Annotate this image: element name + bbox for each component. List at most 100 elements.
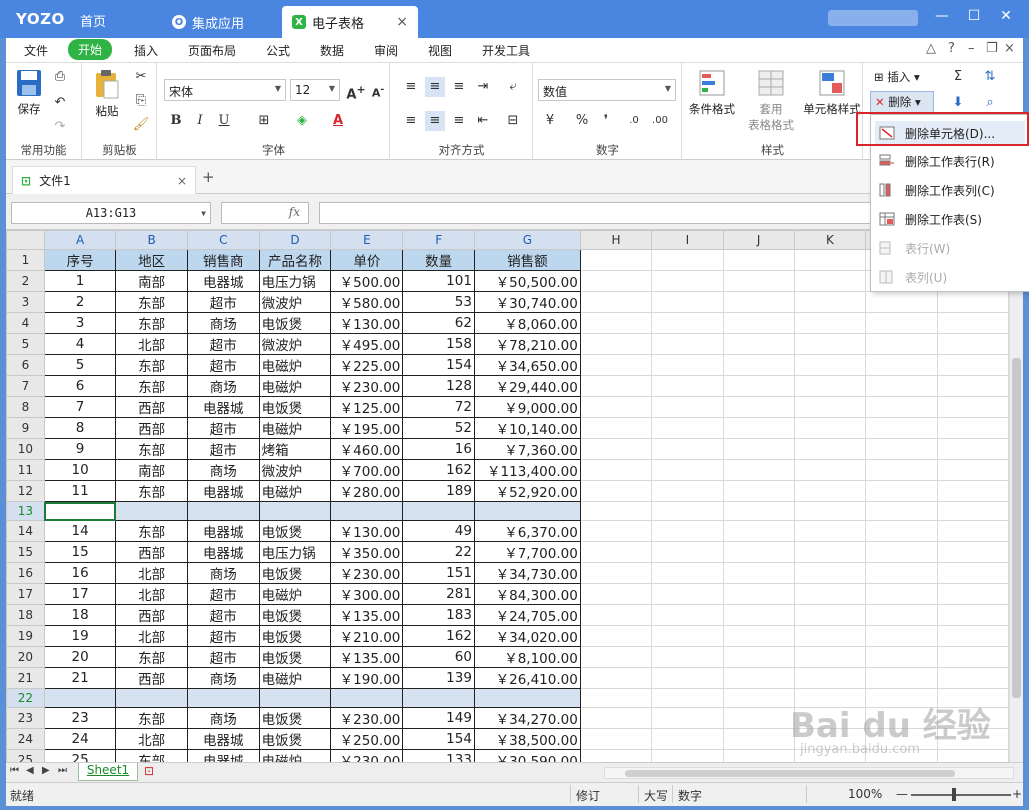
- data-cell[interactable]: 超市: [186, 604, 260, 626]
- data-cell[interactable]: ￥195.00: [330, 417, 404, 439]
- empty-cell[interactable]: [651, 688, 724, 708]
- sheet-nav-last-icon[interactable]: ⏭: [58, 765, 67, 776]
- indent-icon[interactable]: ⇥: [473, 77, 493, 97]
- empty-cell[interactable]: [579, 520, 653, 542]
- copy-icon[interactable]: ⎘: [131, 91, 151, 111]
- empty-cell[interactable]: [793, 583, 867, 605]
- empty-cell[interactable]: [722, 354, 795, 376]
- row-header[interactable]: 14: [6, 520, 45, 542]
- data-cell[interactable]: 超市: [186, 646, 260, 668]
- data-cell[interactable]: 微波炉: [258, 291, 332, 313]
- decrease-decimal-icon[interactable]: .00: [650, 111, 670, 131]
- empty-cell[interactable]: [579, 562, 653, 584]
- data-cell[interactable]: 电磁炉: [258, 583, 332, 605]
- outdent-icon[interactable]: ⇤: [473, 111, 493, 131]
- empty-cell[interactable]: [865, 375, 938, 397]
- row-header[interactable]: 11: [6, 459, 45, 481]
- empty-cell[interactable]: [579, 333, 653, 355]
- data-cell[interactable]: ￥280.00: [330, 480, 404, 502]
- home-tab[interactable]: 首页: [80, 11, 106, 30]
- cell-style-button[interactable]: 单元格样式: [801, 69, 863, 117]
- data-cell[interactable]: [473, 688, 581, 708]
- redo-icon[interactable]: ↷: [50, 117, 70, 137]
- empty-cell[interactable]: [579, 480, 653, 502]
- row-header[interactable]: 18: [6, 604, 45, 626]
- format-painter-icon[interactable]: 🖌: [131, 115, 151, 135]
- comma-style-icon[interactable]: ❜: [596, 111, 616, 131]
- data-cell[interactable]: 60: [402, 646, 475, 668]
- data-cell[interactable]: 16: [402, 438, 475, 460]
- row-header[interactable]: 10: [6, 438, 45, 460]
- empty-cell[interactable]: [793, 417, 867, 439]
- data-cell[interactable]: 东部: [115, 646, 188, 668]
- data-cell[interactable]: 电饭煲: [258, 646, 332, 668]
- row-header[interactable]: 5: [6, 333, 45, 355]
- data-cell[interactable]: ￥8,060.00: [473, 312, 581, 334]
- select-all-corner[interactable]: [6, 230, 45, 250]
- data-cell[interactable]: ￥9,000.00: [473, 396, 581, 418]
- data-cell[interactable]: 49: [402, 520, 475, 542]
- data-cell[interactable]: 超市: [186, 625, 260, 647]
- data-cell[interactable]: 133: [402, 749, 475, 762]
- row-header[interactable]: 4: [6, 312, 45, 334]
- empty-cell[interactable]: [793, 562, 867, 584]
- empty-cell[interactable]: [793, 249, 867, 271]
- empty-cell[interactable]: [722, 707, 795, 729]
- empty-cell[interactable]: [651, 667, 724, 689]
- empty-cell[interactable]: [579, 270, 653, 292]
- empty-cell[interactable]: [722, 583, 795, 605]
- data-cell[interactable]: 5: [43, 354, 117, 376]
- empty-cell[interactable]: [579, 541, 653, 563]
- data-cell[interactable]: 西部: [115, 541, 188, 563]
- data-cell[interactable]: 23: [43, 707, 117, 729]
- name-box[interactable]: A13:G13 ▼: [11, 202, 211, 224]
- currency-button[interactable]: ¥: [540, 111, 560, 131]
- empty-cell[interactable]: [865, 520, 938, 542]
- empty-cell[interactable]: [651, 312, 724, 334]
- empty-cell[interactable]: [579, 688, 653, 708]
- data-cell[interactable]: 东部: [115, 291, 188, 313]
- data-cell[interactable]: [473, 501, 581, 521]
- empty-cell[interactable]: [865, 459, 938, 481]
- data-cell[interactable]: 电饭煲: [258, 396, 332, 418]
- data-cell[interactable]: 电器城: [186, 520, 260, 542]
- row-header[interactable]: 7: [6, 375, 45, 397]
- data-cell[interactable]: 11: [43, 480, 117, 502]
- insert-button[interactable]: ⊞ 插入 ▾: [874, 69, 932, 85]
- empty-cell[interactable]: [936, 459, 1009, 481]
- empty-cell[interactable]: [865, 333, 938, 355]
- data-cell[interactable]: 3: [43, 312, 117, 334]
- data-cell[interactable]: 超市: [186, 354, 260, 376]
- column-header-j[interactable]: J: [722, 230, 795, 250]
- data-cell[interactable]: 东部: [115, 707, 188, 729]
- data-cell[interactable]: [186, 501, 260, 521]
- file-tab-file1[interactable]: ⊡ 文件1 ×: [12, 166, 196, 194]
- data-cell[interactable]: ￥26,410.00: [473, 667, 581, 689]
- data-cell[interactable]: 西部: [115, 667, 188, 689]
- empty-cell[interactable]: [579, 291, 653, 313]
- data-cell[interactable]: ￥24,705.00: [473, 604, 581, 626]
- row-header[interactable]: 15: [6, 541, 45, 563]
- empty-cell[interactable]: [793, 541, 867, 563]
- data-cell[interactable]: 151: [402, 562, 475, 584]
- empty-cell[interactable]: [865, 291, 938, 313]
- data-cell[interactable]: [330, 501, 404, 521]
- data-cell[interactable]: 电磁炉: [258, 749, 332, 762]
- data-cell[interactable]: 东部: [115, 375, 188, 397]
- empty-cell[interactable]: [722, 270, 795, 292]
- column-header-k[interactable]: K: [793, 230, 867, 250]
- empty-cell[interactable]: [936, 354, 1009, 376]
- tab-close-icon[interactable]: ×: [396, 14, 408, 30]
- sheet-tab-sheet1[interactable]: Sheet1: [78, 763, 138, 781]
- data-cell[interactable]: 微波炉: [258, 333, 332, 355]
- empty-cell[interactable]: [793, 270, 867, 292]
- data-cell[interactable]: 24: [43, 728, 117, 750]
- empty-cell[interactable]: [579, 459, 653, 481]
- zoom-slider-knob[interactable]: [952, 788, 956, 801]
- empty-cell[interactable]: [722, 249, 795, 271]
- empty-cell[interactable]: [579, 583, 653, 605]
- zoom-slider[interactable]: [911, 794, 1011, 796]
- data-cell[interactable]: [258, 688, 332, 708]
- data-cell[interactable]: 东部: [115, 749, 188, 762]
- data-cell[interactable]: ￥230.00: [330, 375, 404, 397]
